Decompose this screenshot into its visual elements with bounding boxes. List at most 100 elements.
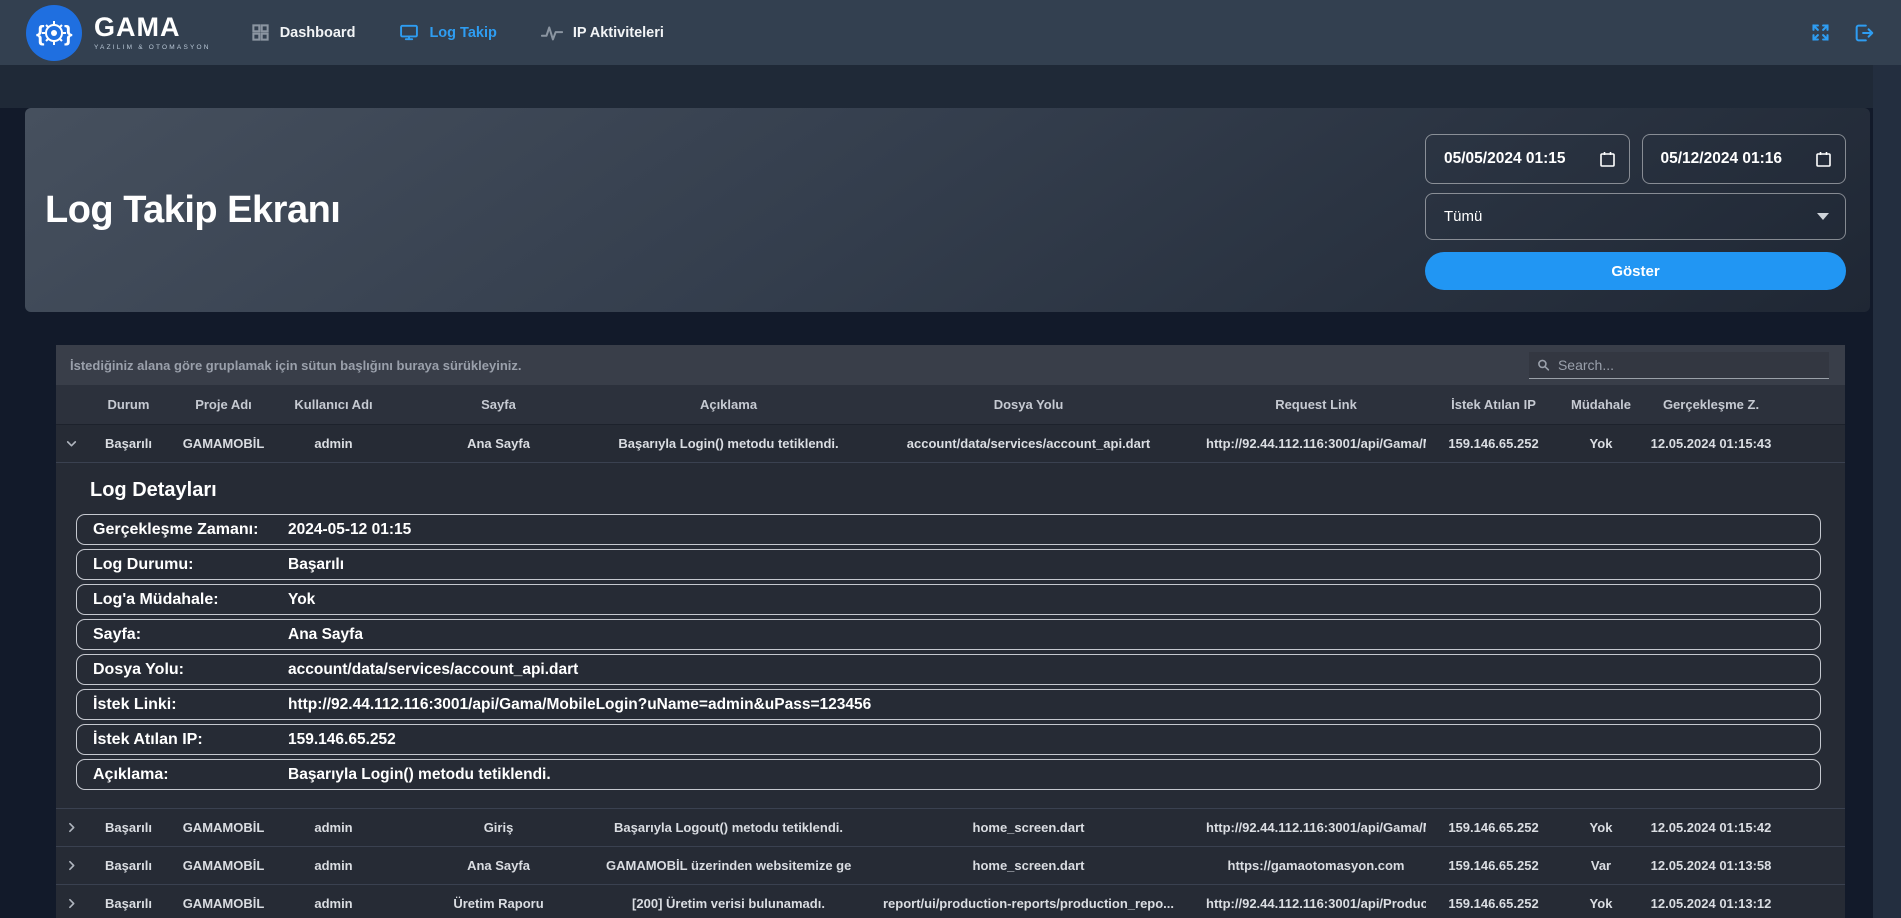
group-by-hint: İstediğiniz alana göre gruplamak için sü… xyxy=(70,358,522,373)
log-table-row[interactable]: BaşarılıGAMAMOBİLadminÜretim Raporu[200]… xyxy=(56,885,1845,918)
log-table-row[interactable]: BaşarılıGAMAMOBİLadminAna SayfaBaşarıyla… xyxy=(56,425,1845,463)
table-search xyxy=(1529,352,1829,379)
search-input[interactable] xyxy=(1558,357,1821,373)
calendar-icon xyxy=(1816,151,1831,167)
table-cell: admin xyxy=(276,436,391,451)
table-cell: 159.146.65.252 xyxy=(1426,436,1561,451)
detail-field-label: Sayfa: xyxy=(93,626,288,644)
brand: { } GAMA YAZILIM & OTOMASYON xyxy=(26,5,211,61)
table-cell: Var xyxy=(1561,858,1641,873)
detail-field-label: Log'a Müdahale: xyxy=(93,591,288,609)
show-button[interactable]: Göster xyxy=(1425,252,1846,290)
table-cell: 159.146.65.252 xyxy=(1426,820,1561,835)
table-cell: Ana Sayfa xyxy=(391,436,606,451)
column-header[interactable]: Sayfa xyxy=(391,397,606,412)
column-header[interactable]: Dosya Yolu xyxy=(851,397,1206,412)
fullscreen-icon[interactable] xyxy=(1810,22,1831,43)
detail-field: Dosya Yolu:account/data/services/account… xyxy=(76,654,1821,685)
date-to-input[interactable]: 05/12/2024 01:16 xyxy=(1642,134,1847,184)
detail-field: Log'a Müdahale:Yok xyxy=(76,584,1821,615)
detail-field-label: Log Durumu: xyxy=(93,556,288,574)
table-cell: http://92.44.112.116:3001/api/Gama/Mobil… xyxy=(1206,436,1426,451)
table-cell: Yok xyxy=(1561,896,1641,911)
table-cell: 12.05.2024 01:15:43 xyxy=(1641,436,1781,451)
detail-field-label: İstek Linki: xyxy=(93,696,288,714)
column-header[interactable]: Request Link xyxy=(1206,397,1426,412)
column-header[interactable]: Proje Adı xyxy=(171,397,276,412)
table-cell: 12.05.2024 01:13:12 xyxy=(1641,896,1781,911)
detail-field-label: Gerçekleşme Zamanı: xyxy=(93,521,288,539)
brand-name: GAMA xyxy=(94,14,211,41)
log-type-select[interactable]: Tümü xyxy=(1425,193,1846,240)
filter-controls: 05/05/2024 01:15 05/12/2024 01:16 Tümü xyxy=(1425,130,1846,290)
activity-icon xyxy=(541,24,563,42)
group-by-bar[interactable]: İstediğiniz alana göre gruplamak için sü… xyxy=(56,345,1845,385)
table-cell: Başarıyla Logout() metodu tetiklendi. xyxy=(606,820,851,835)
table-cell: report/ui/production-reports/production_… xyxy=(851,896,1206,911)
page-title: Log Takip Ekranı xyxy=(45,189,340,232)
table-cell: 159.146.65.252 xyxy=(1426,896,1561,911)
navbar-actions xyxy=(1810,22,1875,44)
table-cell: account/data/services/account_api.dart xyxy=(851,436,1206,451)
detail-field-value: Başarılı xyxy=(288,556,344,574)
table-cell: Başarılı xyxy=(86,858,171,873)
nav-item-label: Log Takip xyxy=(429,25,496,41)
table-cell: Başarılı xyxy=(86,820,171,835)
content-area: Log Takip Ekranı 05/05/2024 01:15 05/12/… xyxy=(0,65,1873,918)
table-cell: GAMAMOBİL xyxy=(171,896,276,911)
calendar-icon xyxy=(1600,151,1615,167)
monitor-icon xyxy=(399,23,419,42)
log-detail-title: Log Detayları xyxy=(90,479,1845,502)
detail-field-value: Ana Sayfa xyxy=(288,626,363,644)
detail-field: Log Durumu:Başarılı xyxy=(76,549,1821,580)
table-cell: Başarıyla Login() metodu tetiklendi. xyxy=(606,436,851,451)
gama-logo: { } xyxy=(26,5,82,61)
chevron-down-icon xyxy=(1817,213,1829,220)
nav-item-label: Dashboard xyxy=(280,25,356,41)
table-cell: admin xyxy=(276,858,391,873)
table-cell: home_screen.dart xyxy=(851,820,1206,835)
collapse-chevron-icon[interactable] xyxy=(56,437,86,450)
top-navbar: { } GAMA YAZILIM & OTOMASYON Dashboard Lo… xyxy=(0,0,1901,65)
table-body: BaşarılıGAMAMOBİLadminAna SayfaBaşarıyla… xyxy=(56,425,1845,918)
detail-field-label: Dosya Yolu: xyxy=(93,661,288,679)
detail-field-value: 159.146.65.252 xyxy=(288,731,396,749)
detail-field: İstek Linki:http://92.44.112.116:3001/ap… xyxy=(76,689,1821,720)
column-header[interactable]: Açıklama xyxy=(606,397,851,412)
table-cell: Ana Sayfa xyxy=(391,858,606,873)
column-header[interactable]: Müdahale xyxy=(1561,397,1641,412)
table-cell: GAMAMOBİL xyxy=(171,858,276,873)
date-from-input[interactable]: 05/05/2024 01:15 xyxy=(1425,134,1630,184)
table-cell: admin xyxy=(276,820,391,835)
detail-field-value: account/data/services/account_api.dart xyxy=(288,661,578,679)
expand-chevron-icon[interactable] xyxy=(56,897,86,910)
scrollbar-track[interactable] xyxy=(1873,65,1901,918)
logout-icon[interactable] xyxy=(1853,22,1875,44)
nav-item-ip-aktiviteleri[interactable]: IP Aktiviteleri xyxy=(541,24,664,42)
column-header[interactable]: İstek Atılan IP xyxy=(1426,397,1561,412)
table-cell: admin xyxy=(276,896,391,911)
table-cell: GAMAMOBİL xyxy=(171,820,276,835)
table-cell: Yok xyxy=(1561,436,1641,451)
table-cell: GAMAMOBİL üzerinden websitemize geçiş ya… xyxy=(606,858,851,873)
column-header[interactable]: Gerçekleşme Z. xyxy=(1641,397,1781,412)
table-cell: 159.146.65.252 xyxy=(1426,858,1561,873)
detail-field: Gerçekleşme Zamanı:2024-05-12 01:15 xyxy=(76,514,1821,545)
column-header[interactable]: Durum xyxy=(86,397,171,412)
table-cell: [200] Üretim verisi bulunamadı. xyxy=(606,896,851,911)
log-table-row[interactable]: BaşarılıGAMAMOBİLadminAna SayfaGAMAMOBİL… xyxy=(56,847,1845,885)
expand-chevron-icon[interactable] xyxy=(56,859,86,872)
column-header[interactable]: Kullanıcı Adı xyxy=(276,397,391,412)
date-from-value: 05/05/2024 01:15 xyxy=(1444,150,1566,168)
search-icon xyxy=(1537,358,1550,372)
log-detail-panel: Log Detayları Gerçekleşme Zamanı:2024-05-… xyxy=(56,463,1845,809)
expand-chevron-icon[interactable] xyxy=(56,821,86,834)
log-type-selected-value: Tümü xyxy=(1444,208,1482,225)
nav-item-log-takip[interactable]: Log Takip xyxy=(399,23,496,42)
table-cell: https://gamaotomasyon.com xyxy=(1206,858,1426,873)
nav-item-dashboard[interactable]: Dashboard xyxy=(251,23,356,42)
grid-icon xyxy=(251,23,270,42)
log-table-row[interactable]: BaşarılıGAMAMOBİLadminGirişBaşarıyla Log… xyxy=(56,809,1845,847)
detail-field-label: Açıklama: xyxy=(93,766,288,784)
detail-field: İstek Atılan IP:159.146.65.252 xyxy=(76,724,1821,755)
